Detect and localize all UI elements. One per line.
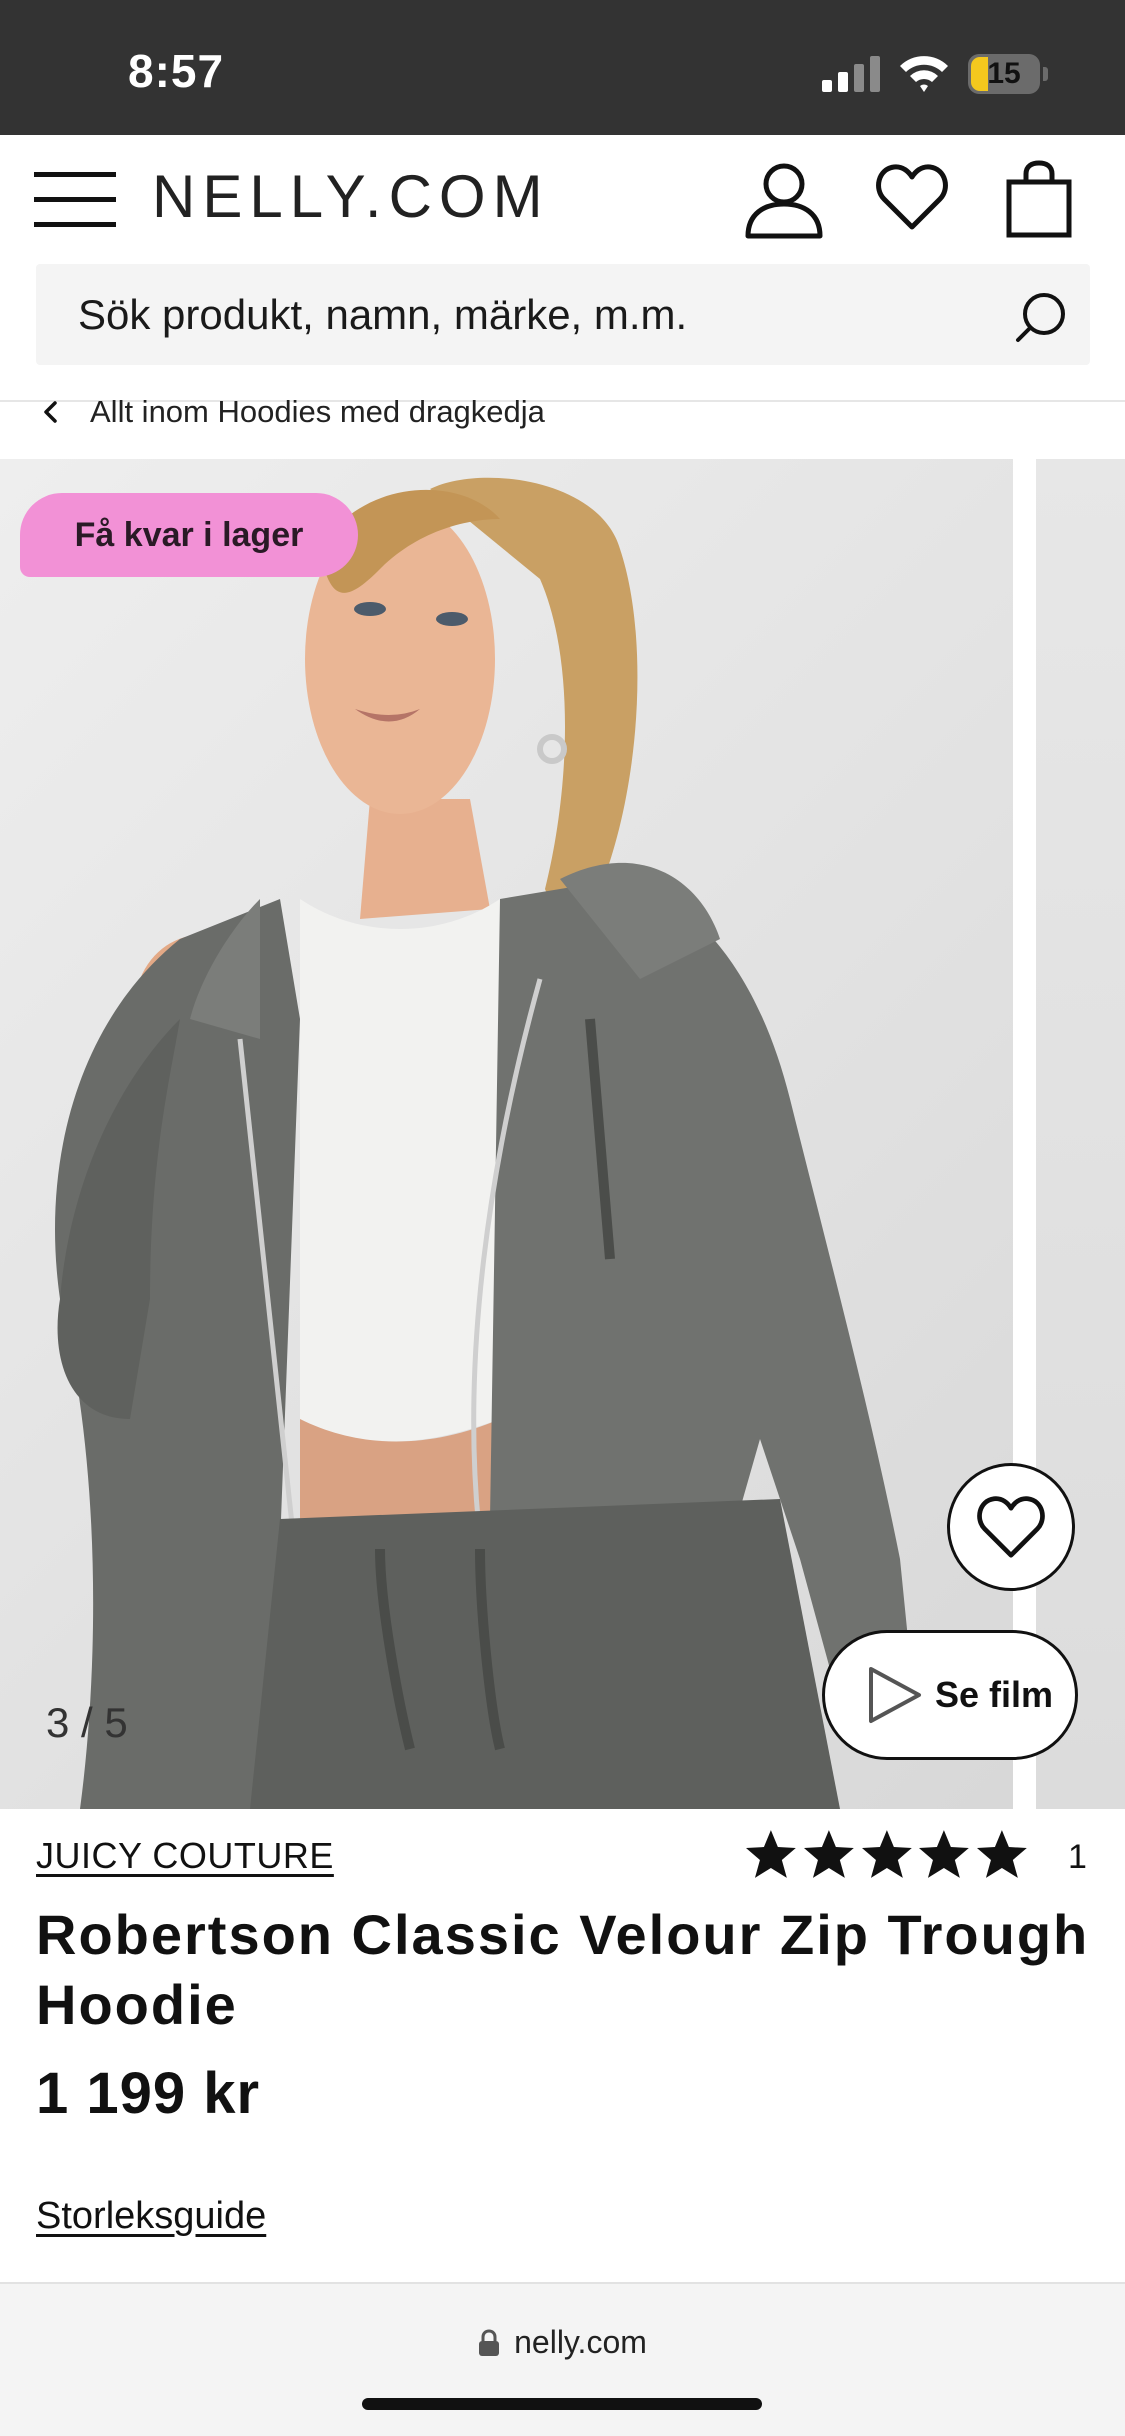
product-title: Robertson Classic Velour Zip Trough Hood… xyxy=(36,1903,1090,2036)
star-icon xyxy=(803,1830,854,1878)
next-image-preview[interactable] xyxy=(1036,459,1125,1809)
search-input[interactable] xyxy=(78,264,978,365)
star-icon xyxy=(919,1830,970,1878)
search-icon[interactable] xyxy=(1014,290,1068,344)
hamburger-menu-icon[interactable] xyxy=(34,172,116,228)
breadcrumb-label: Allt inom Hoodies med dragkedja xyxy=(90,394,545,429)
lock-icon xyxy=(479,2328,500,2356)
star-icon xyxy=(977,1830,1027,1878)
low-stock-label: Få kvar i lager xyxy=(74,515,304,554)
search-bar[interactable] xyxy=(36,264,1090,365)
cellular-signal-icon xyxy=(822,56,880,92)
status-time: 8:57 xyxy=(128,45,225,97)
low-stock-badge: Få kvar i lager xyxy=(20,493,358,577)
rating-count[interactable]: 1 xyxy=(1068,1838,1087,1877)
account-icon[interactable] xyxy=(744,160,824,240)
add-to-wishlist-button[interactable] xyxy=(947,1463,1075,1591)
heart-icon xyxy=(977,1496,1045,1558)
breadcrumb[interactable]: Allt inom Hoodies med dragkedja xyxy=(36,390,545,434)
home-indicator[interactable] xyxy=(362,2398,762,2410)
watch-video-label: Se film xyxy=(935,1674,1054,1715)
wifi-icon xyxy=(900,56,948,92)
browser-address-bar[interactable]: nelly.com xyxy=(0,2282,1125,2436)
chevron-left-icon xyxy=(44,401,57,423)
size-guide-link[interactable]: Storleksguide xyxy=(36,2195,266,2238)
battery-level: 15 xyxy=(987,57,1021,90)
brand-link[interactable]: JUICY COUTURE xyxy=(36,1835,334,1877)
star-icon xyxy=(861,1830,912,1878)
status-bar: 8:57 15 xyxy=(0,0,1125,135)
url-display[interactable]: nelly.com xyxy=(0,2324,1125,2361)
play-icon xyxy=(869,1667,921,1723)
product-gallery[interactable]: Få kvar i lager 3 / 5 xyxy=(0,459,1125,1809)
product-price: 1 199 kr xyxy=(36,2061,261,2126)
star-icon xyxy=(745,1830,796,1878)
shopping-bag-icon[interactable] xyxy=(1006,160,1072,238)
product-photo xyxy=(55,477,910,1809)
image-counter: 3 / 5 xyxy=(46,1699,128,1746)
site-logo[interactable]: NELLY.COM xyxy=(152,162,550,231)
wishlist-heart-icon[interactable] xyxy=(876,163,948,231)
watch-video-button[interactable]: Se film xyxy=(822,1630,1078,1760)
url-text: nelly.com xyxy=(514,2324,647,2360)
product-image[interactable]: Få kvar i lager 3 / 5 xyxy=(0,459,1013,1809)
rating-stars[interactable] xyxy=(744,1828,1029,1880)
battery-icon: 15 xyxy=(968,54,1050,96)
